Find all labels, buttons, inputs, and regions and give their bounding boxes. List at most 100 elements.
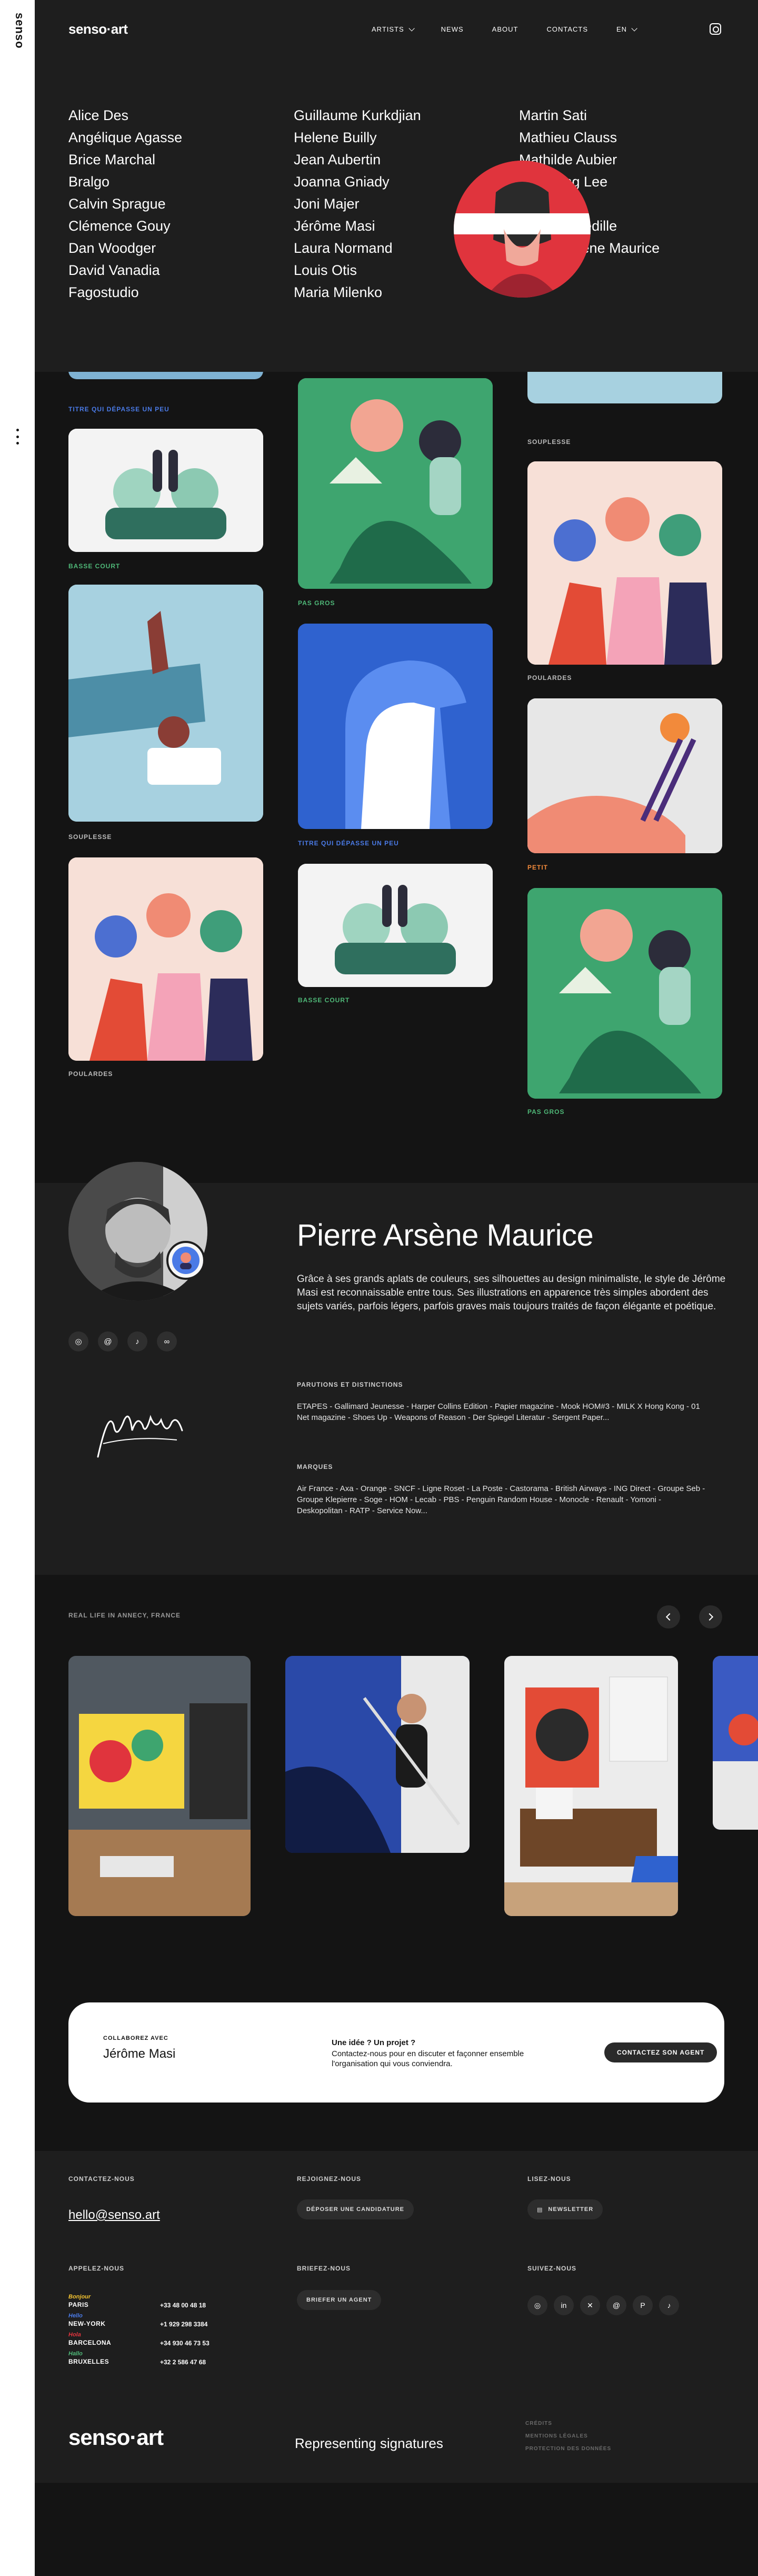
artist-link[interactable]: Dan Woodger [68,237,294,259]
badge-illustration [172,1247,200,1274]
artwork-card[interactable] [68,857,263,1061]
linkedin-icon[interactable]: in [554,2295,574,2315]
artist-link[interactable]: Bralgo [68,171,294,193]
artists-mega-menu: senso·art Artists News About Contacts EN… [35,0,758,372]
rail-logo[interactable]: senso [8,13,26,55]
pinterest-icon[interactable]: P [633,2295,653,2315]
contact-agent-button[interactable]: Contactez son agent [604,2042,717,2062]
artist-link[interactable]: Martin Sati [519,104,724,126]
marques-title: Marques [297,1463,333,1470]
artwork-caption: Poulardes [527,674,572,682]
artwork-caption: Souplesse [527,438,571,446]
artist-link[interactable]: David Vanadia [68,259,294,281]
nav-artists[interactable]: Artists [372,25,415,33]
nav-contacts[interactable]: Contacts [546,25,588,33]
office-phone[interactable]: +1 929 298 3384 [160,2321,207,2328]
artist-socials: ◎ @ ♪ ∞ [68,1331,177,1351]
tiktok-icon[interactable]: ♪ [659,2295,679,2315]
x-icon[interactable]: ✕ [580,2295,600,2315]
real-life-label: Real life in Annecy, France [68,1612,181,1619]
newsletter-label: Newsletter [548,2206,594,2213]
chevron-down-icon [631,25,637,32]
footer-email-link[interactable]: hello@senso.art [68,2208,160,2223]
marques-list: Air France - Axa - Orange - SNCF - Ligne… [297,1484,705,1515]
main-nav: Artists News About Contacts EN [372,25,637,33]
footer-read-title: Lisez-nous [527,2175,571,2183]
threads-icon[interactable]: @ [606,2295,626,2315]
instagram-icon[interactable]: ◎ [527,2295,547,2315]
artwork-card[interactable] [298,864,493,987]
brand-logo[interactable]: senso·art [68,21,128,37]
legal-link-privacy[interactable]: Protection des données [525,2443,611,2455]
chevron-right-icon [705,1613,714,1621]
footer-tagline: Representing signatures [295,2435,443,2451]
artist-link[interactable]: Angélique Agasse [68,126,294,149]
artwork-pas-gros-2 [527,888,722,1099]
artwork-card[interactable] [298,624,493,829]
footer-join-title: Rejoignez-nous [297,2175,362,2183]
studio-photo[interactable] [68,1656,251,1916]
artist-link[interactable]: Fagostudio [68,281,294,303]
artwork-card[interactable] [527,698,722,853]
site-footer: Contactez-nous hello@senso.art Appelez-n… [35,2151,758,2483]
artist-link[interactable]: Alice Des [68,104,294,126]
studio-photo-partial [713,1656,758,1830]
real-life-section: Real life in Annecy, France [35,1575,758,1982]
artwork-caption: Poulardes [68,1070,113,1078]
artist-link[interactable]: Jean Aubertin [294,149,519,171]
slider-prev-button[interactable] [657,1605,680,1628]
nav-about[interactable]: About [492,25,518,33]
collab-idea-text: Contactez-nous pour en discuter et façon… [332,2049,524,2068]
parutions-title: Parutions et distinctions [297,1381,403,1388]
artist-link[interactable]: Clémence Gouy [68,215,294,237]
artwork-poulardes [68,857,263,1061]
artist-link[interactable]: Helene Builly [294,126,519,149]
language-label: EN [616,25,627,33]
slider-next-button[interactable] [699,1605,722,1628]
threads-icon[interactable]: @ [98,1331,118,1351]
studio-photo[interactable] [713,1656,758,1830]
artist-link[interactable]: Brice Marchal [68,149,294,171]
artwork-card[interactable] [527,461,722,665]
footer-brand-logo[interactable]: senso·art [68,2425,164,2450]
studio-photo[interactable] [285,1656,470,1853]
artwork-card[interactable] [68,429,263,552]
artwork-souplesse [68,585,263,822]
nav-label: Artists [372,25,404,33]
link-icon[interactable]: ∞ [157,1331,177,1351]
office-phone[interactable]: +32 2 586 47 68 [160,2358,206,2366]
artist-link[interactable]: Calvin Sprague [68,193,294,215]
legal-links: Crédits Mentions légales Protection des … [525,2417,611,2455]
artwork-card[interactable] [298,378,493,589]
artwork-card[interactable] [527,888,722,1099]
artist-profile: ◎ @ ♪ ∞ Pierre Arsène Maurice Grâce à se… [35,1162,758,1575]
office-phone[interactable]: +34 930 46 73 53 [160,2340,210,2347]
instagram-icon[interactable]: ◎ [68,1331,88,1351]
more-options-icon[interactable] [15,429,20,445]
artwork-gallery: Titre qui dépasse un peu Basse court Sou… [35,351,758,1183]
legal-link-mentions[interactable]: Mentions légales [525,2430,611,2443]
office-greeting: Hola [68,2332,81,2338]
tiktok-icon[interactable]: ♪ [127,1331,147,1351]
artwork-basse-court [68,429,263,552]
studio-photo[interactable] [504,1656,678,1916]
legal-link-credits[interactable]: Crédits [525,2417,611,2430]
footer-contact-title: Contactez-nous [68,2175,135,2183]
nav-news[interactable]: News [441,25,464,33]
instagram-icon[interactable] [710,23,721,35]
office-bruxelles: Hallo Bruxelles [68,2350,109,2366]
office-city: New-York [68,2320,106,2327]
artist-link[interactable]: Mathieu Clauss [519,126,724,149]
office-phone[interactable]: +33 48 00 48 18 [160,2302,206,2309]
chevron-down-icon [408,25,415,32]
nav-label: News [441,25,464,33]
brief-agent-button[interactable]: Briefer un agent [297,2290,382,2310]
artist-link[interactable]: Guillaume Kurkdjian [294,104,519,126]
apply-button[interactable]: Déposer une candidature [297,2199,414,2219]
newsletter-button[interactable]: ▤ Newsletter [527,2199,603,2219]
language-selector[interactable]: EN [616,25,637,33]
office-newyork: Hello New-York [68,2312,105,2328]
footer-follow-title: Suivez-nous [527,2265,577,2272]
collab-artist-name: Jérôme Masi [103,2047,176,2061]
artwork-card[interactable] [68,585,263,822]
